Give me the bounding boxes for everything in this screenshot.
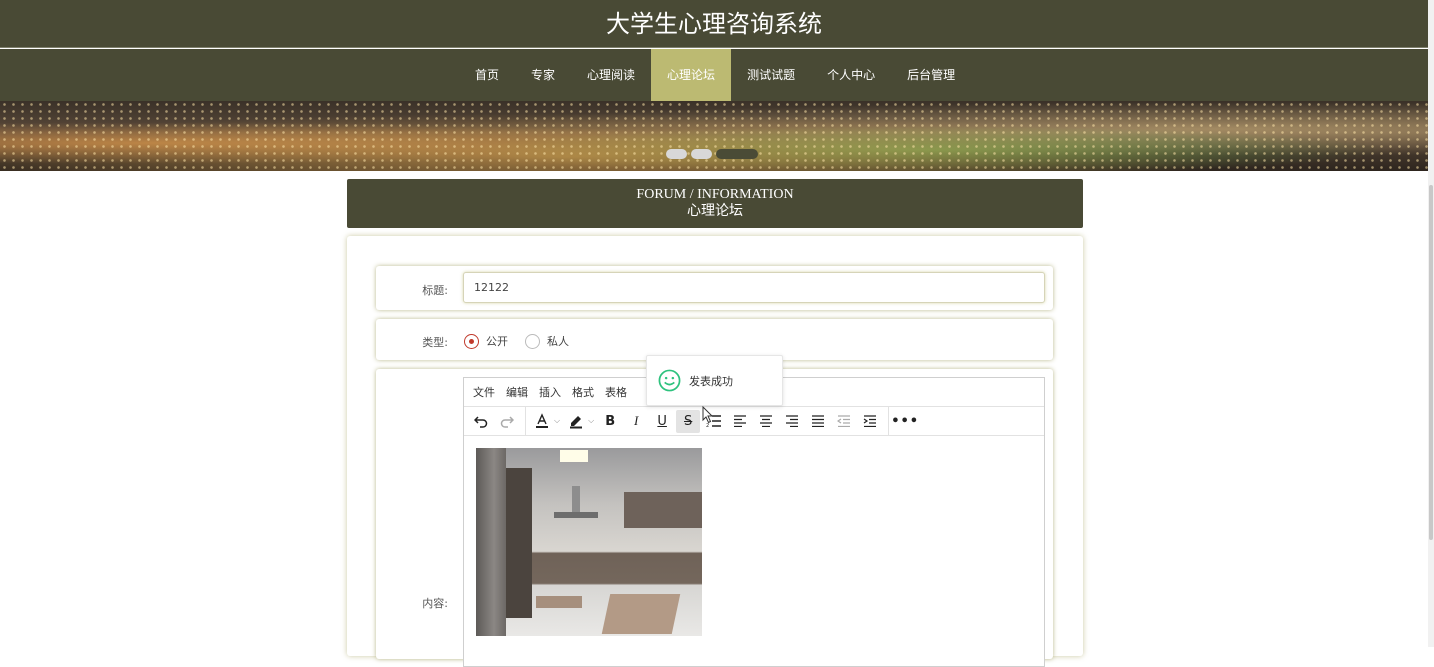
menu-table[interactable]: 表格 [605,384,627,400]
toast-message: 发表成功 [689,374,733,388]
radio-private-label: 私人 [547,335,569,348]
nav-item-tests[interactable]: 测试试题 [731,49,811,101]
content-label: 内容: [422,597,448,610]
banner-image [0,101,1428,171]
section-title-en: FORUM / INFORMATION [636,187,794,202]
menu-insert[interactable]: 插入 [539,384,561,400]
chevron-down-icon[interactable]: ⌵ [588,416,594,426]
underline-icon[interactable]: U [650,410,674,433]
nav-item-experts[interactable]: 专家 [515,49,571,101]
text-color-icon[interactable] [530,410,554,433]
nav-item-home[interactable]: 首页 [459,49,515,101]
indent-icon[interactable] [858,410,882,433]
type-row: 类型: 公开 私人 [376,319,1053,360]
menu-format[interactable]: 格式 [572,384,594,400]
radio-public-circle[interactable] [464,333,479,349]
site-header: 大学生心理咨询系统 [0,0,1428,48]
justify-icon[interactable] [806,410,830,433]
menu-file[interactable]: 文件 [473,384,495,400]
menu-edit[interactable]: 编辑 [506,384,528,400]
section-title-cn: 心理论坛 [687,204,743,219]
align-left-icon[interactable] [728,410,752,433]
nav-item-admin[interactable]: 后台管理 [891,49,971,101]
kitchen-hood-pipe [572,486,580,514]
kitchen-oven-tower [506,468,532,618]
type-label: 类型: [422,336,448,349]
mouse-cursor-icon [702,406,714,424]
italic-icon[interactable]: I [624,410,648,433]
page-scrollbar[interactable] [1428,0,1434,647]
kitchen-ceiling-light [560,450,588,462]
banner-carousel [0,101,1428,171]
radio-public[interactable]: 公开 [464,333,508,349]
title-label: 标题: [422,284,448,297]
kitchen-image[interactable] [476,448,702,636]
scrollbar-thumb[interactable] [1429,185,1433,540]
bold-icon[interactable]: B [598,410,622,433]
title-input[interactable]: 12122 [463,272,1045,303]
strikethrough-icon[interactable]: S [676,409,701,433]
carousel-dot-active[interactable] [716,149,758,159]
site-title: 大学生心理咨询系统 [606,10,822,38]
highlight-color-icon[interactable] [564,410,588,433]
radio-private-circle[interactable] [525,333,540,349]
kitchen-hood [554,512,598,518]
nav-item-forum[interactable]: 心理论坛 [651,49,732,101]
success-toast: 发表成功 [646,355,783,406]
toolbar-separator [888,406,890,436]
section-title: FORUM / INFORMATION 心理论坛 [347,179,1083,228]
toolbar-separator [525,406,526,436]
carousel-dot[interactable] [666,149,687,159]
radio-public-label: 公开 [486,335,508,348]
redo-icon[interactable] [495,410,519,433]
chevron-down-icon[interactable]: ⌵ [554,416,560,426]
main-nav: 首页 专家 心理阅读 心理论坛 测试试题 个人中心 后台管理 [0,49,1428,101]
rich-text-editor[interactable]: 文件 编辑 插入 格式 表格 ⌵ ⌵ B I U S 2 ••• [463,377,1045,667]
outdent-icon[interactable] [832,410,856,433]
title-row: 标题: 12122 [376,266,1053,310]
align-center-icon[interactable] [754,410,778,433]
undo-icon[interactable] [469,410,493,433]
kitchen-rug [601,594,681,634]
smile-icon [658,369,681,392]
carousel-dot[interactable] [691,149,712,159]
nav-item-reading[interactable]: 心理阅读 [571,49,651,101]
kitchen-fridge [476,448,506,636]
align-right-icon[interactable] [780,410,804,433]
more-icon[interactable]: ••• [891,410,918,433]
nav-item-profile[interactable]: 个人中心 [811,49,891,101]
radio-private[interactable]: 私人 [525,333,569,349]
kitchen-upper-cabinet [624,492,702,528]
carousel-indicators [666,149,758,159]
kitchen-rug-small [536,596,582,608]
editor-content-area[interactable] [464,436,1044,666]
content-row: 内容: 文件 编辑 插入 格式 表格 ⌵ ⌵ B I U S 2 ••• [376,369,1053,667]
editor-toolbar: ⌵ ⌵ B I U S 12 [464,406,1044,436]
